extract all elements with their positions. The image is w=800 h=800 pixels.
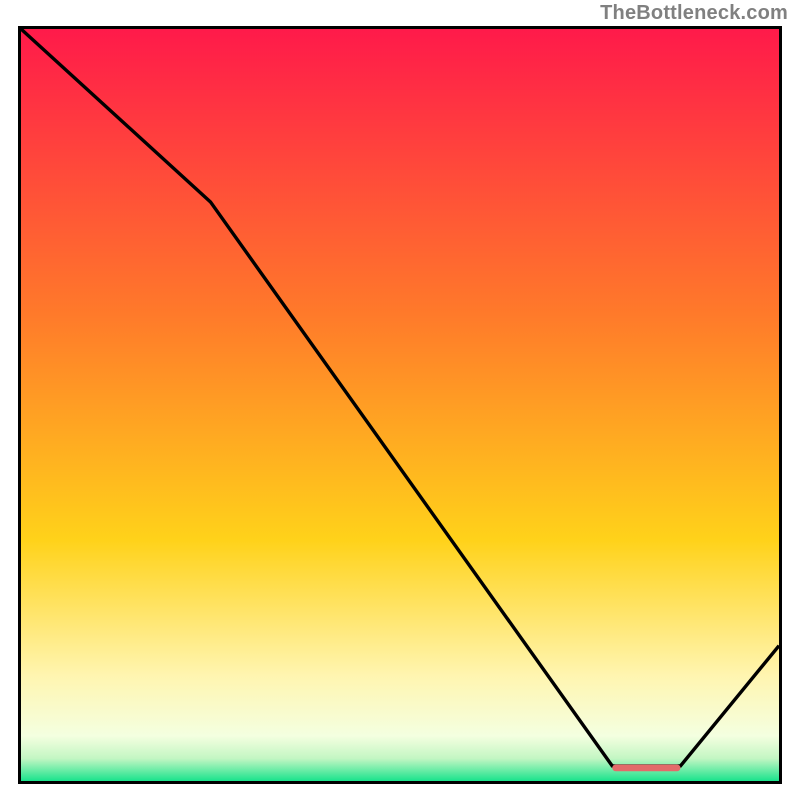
- attribution-label: TheBottleneck.com: [600, 2, 788, 25]
- chart-container: TheBottleneck.com: [0, 0, 800, 800]
- optimum-marker: [21, 29, 779, 781]
- plot-area: [18, 26, 782, 784]
